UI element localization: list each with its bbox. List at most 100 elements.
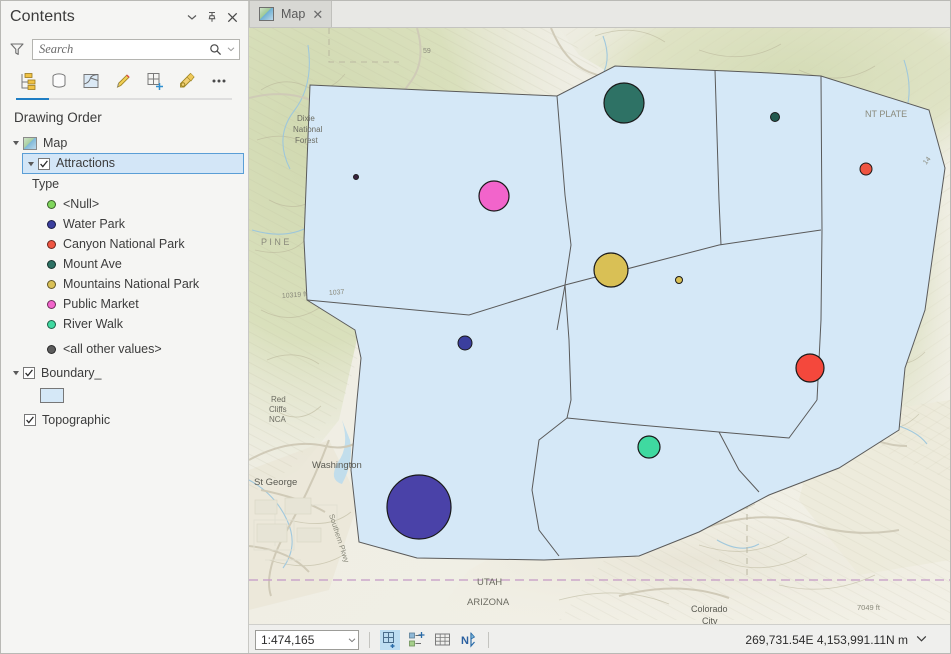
basemap-label: Washington	[312, 460, 362, 471]
legend-item[interactable]: <all other values>	[0, 339, 248, 359]
list-by-data-source-icon[interactable]	[48, 70, 70, 92]
point-tiny-dark-nw[interactable]	[353, 174, 359, 180]
drawing-order-title: Drawing Order	[14, 110, 102, 125]
legend-swatch-mount-ave	[47, 259, 56, 269]
boundary-visibility-checkbox[interactable]	[23, 367, 35, 379]
legend-swatch-mountains-national-park	[47, 279, 56, 289]
legend-item[interactable]: Mountains National Park	[0, 274, 248, 294]
point-canyon-np-large[interactable]	[795, 353, 825, 383]
list-by-drawing-order-icon[interactable]	[16, 70, 38, 92]
map-scale-value: 1:474,165	[261, 632, 315, 647]
new-map-view-icon[interactable]	[380, 629, 400, 650]
basemap-label: City	[702, 616, 718, 624]
attractions-visibility-checkbox[interactable]	[38, 157, 50, 170]
panel-menu-caret-icon[interactable]	[182, 7, 202, 27]
legend-item[interactable]: Mount Ave	[0, 254, 248, 274]
layer-tree: Map Attractions Type <Null> Water Park C…	[0, 132, 248, 654]
topographic-visibility-checkbox[interactable]	[24, 414, 36, 426]
basemap-label: ARIZONA	[467, 597, 510, 608]
basemap-label: 59	[423, 48, 431, 55]
legend-swatch-all-other-values	[47, 344, 56, 354]
statusbar-divider-2	[488, 631, 489, 648]
point-river-walk[interactable]	[637, 435, 661, 459]
expander-map-icon[interactable]	[10, 138, 21, 149]
legend-swatch-canyon-national-park	[47, 239, 56, 249]
list-by-labeling-icon[interactable]	[176, 70, 198, 92]
basemap-label: St George	[254, 477, 297, 488]
pin-icon[interactable]	[202, 7, 222, 27]
attribute-table-icon[interactable]	[432, 630, 452, 650]
contents-panel-header: Contents	[0, 0, 248, 34]
list-by-editing-icon[interactable]	[112, 70, 134, 92]
basemap-label: P I N E	[261, 237, 289, 247]
point-public-market[interactable]	[478, 180, 510, 212]
symbology-field-label: Type	[32, 177, 60, 191]
filter-icon[interactable]	[8, 40, 26, 58]
search-box[interactable]	[32, 38, 240, 60]
search-icon[interactable]	[206, 43, 225, 56]
coordinates-caret-icon[interactable]	[916, 634, 927, 646]
legend-label: Public Market	[63, 296, 139, 311]
map-layer-icon	[259, 7, 274, 21]
tree-item-map[interactable]: Map	[0, 133, 248, 153]
map-coordinates-value: 269,731.54E 4,153,991.11N m	[745, 632, 908, 647]
point-mount-ave-large[interactable]	[603, 82, 645, 124]
map-graphic[interactable]: DixieNationalForestP I N E10319 ft 1037Re…	[249, 28, 950, 624]
tree-item-boundary[interactable]: Boundary_	[0, 363, 248, 383]
expander-attractions-icon[interactable]	[25, 158, 36, 169]
svg-text:N: N	[461, 635, 469, 647]
panel-title: Contents	[10, 8, 75, 25]
point-water-park-small[interactable]	[457, 335, 473, 351]
search-dropdown-caret-icon[interactable]	[225, 40, 237, 59]
basemap-label: Cliffs	[269, 405, 287, 414]
point-mountains-np-small[interactable]	[675, 276, 683, 284]
active-tab-indicator	[16, 98, 49, 100]
tree-item-attractions[interactable]: Attractions	[22, 153, 244, 174]
list-by-snapping-icon[interactable]	[144, 70, 166, 92]
point-mount-ave-small[interactable]	[770, 112, 780, 122]
list-by-selection-icon[interactable]	[80, 70, 102, 92]
close-icon[interactable]	[222, 7, 242, 27]
point-canyon-np-small[interactable]	[859, 162, 873, 176]
search-input[interactable]	[39, 41, 206, 57]
legend-label: River Walk	[63, 316, 123, 331]
basemap-label: 7049 ft	[857, 603, 881, 612]
legend-item[interactable]: <Null>	[0, 194, 248, 214]
legend-swatch-null	[47, 199, 56, 209]
basemap-label: Red	[271, 395, 286, 404]
map-scale-combobox[interactable]: 1:474,165	[255, 629, 359, 650]
map-node-icon	[23, 136, 37, 150]
boundary-polygon-swatch	[40, 387, 64, 403]
tab-close-icon[interactable]: ✕	[312, 8, 323, 21]
contents-view-tabs	[0, 64, 248, 98]
legend-item[interactable]: Canyon National Park	[0, 234, 248, 254]
tab-map-label: Map	[281, 7, 306, 21]
legend-label: Mount Ave	[63, 256, 122, 271]
map-canvas[interactable]: Dixie National Forest P I N E 10319 ft 1037 Re…	[249, 28, 951, 624]
contents-search-row	[0, 34, 248, 64]
boundary-legend-item[interactable]	[0, 383, 248, 407]
legend-label: <all other values>	[63, 341, 162, 356]
legend-item[interactable]: River Walk	[0, 314, 248, 334]
north-arrow-icon[interactable]: N	[458, 630, 478, 650]
more-options-icon[interactable]	[208, 70, 230, 92]
point-mountains-np-large[interactable]	[593, 252, 629, 288]
legend-label: <Null>	[63, 196, 100, 211]
tree-item-topographic[interactable]: Topographic	[0, 410, 248, 430]
map-coordinates[interactable]: 269,731.54E 4,153,991.11N m	[745, 633, 943, 647]
scale-dropdown-caret-icon[interactable]	[348, 633, 356, 647]
tab-map[interactable]: Map ✕	[249, 0, 333, 27]
basemap-label: UTAH	[477, 577, 502, 588]
basemap-label: NT PLATE	[865, 109, 907, 119]
legend-label: Mountains National Park	[63, 276, 200, 291]
basemap-label: Colorado	[691, 604, 728, 614]
legend-item[interactable]: Public Market	[0, 294, 248, 314]
contents-panel: Contents Search Drawing Order Map Attrac…	[0, 0, 249, 654]
expander-boundary-icon[interactable]	[10, 368, 21, 379]
tree-item-attractions-label: Attractions	[56, 156, 116, 171]
select-features-icon[interactable]	[406, 630, 426, 650]
legend-label: Water Park	[63, 216, 126, 231]
point-water-park-large[interactable]	[386, 474, 452, 540]
legend-item[interactable]: Water Park	[0, 214, 248, 234]
basemap-label: NCA	[269, 415, 287, 424]
